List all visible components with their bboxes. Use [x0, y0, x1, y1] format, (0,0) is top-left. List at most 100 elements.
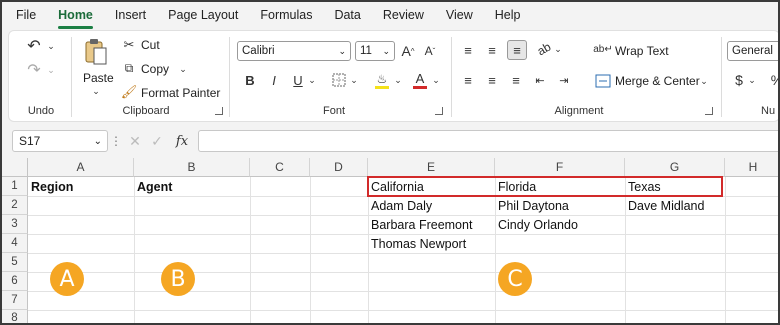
number-format-select[interactable]: General [727, 41, 778, 61]
row-header-1[interactable]: 1 [2, 177, 28, 196]
cell-e3[interactable]: Barbara Freemont [368, 215, 495, 234]
cut-icon[interactable]: ✂ [121, 37, 137, 53]
alignment-launcher-icon[interactable] [705, 107, 713, 115]
percent-icon[interactable]: % [769, 71, 778, 89]
menu-home[interactable]: Home [58, 6, 93, 29]
excel-window: File Home Insert Page Layout Formulas Da… [0, 0, 780, 325]
cancel-icon[interactable]: ✕ [126, 132, 144, 150]
row-header-5[interactable]: 5 [2, 253, 28, 272]
orientation-dropdown-icon[interactable]: ⌄ [553, 42, 563, 56]
menu-formulas[interactable]: Formulas [260, 6, 312, 24]
cell-e4[interactable]: Thomas Newport [368, 234, 495, 253]
copy-icon[interactable]: ⧉ [121, 60, 137, 76]
cell-b1[interactable]: Agent [134, 177, 250, 196]
align-right-icon[interactable]: ≡ [507, 71, 525, 89]
align-center-icon[interactable]: ≡ [483, 71, 501, 89]
font-color-icon[interactable]: A [411, 69, 429, 91]
align-top-icon[interactable]: ≡ [459, 41, 477, 59]
merge-center-icon[interactable] [593, 71, 613, 91]
align-middle-icon[interactable]: ≡ [483, 41, 501, 59]
row-header-6[interactable]: 6 [2, 272, 28, 291]
cell-a1[interactable]: Region [28, 177, 134, 196]
bold-icon[interactable]: B [241, 71, 259, 89]
gridline [250, 177, 251, 323]
cell-g2[interactable]: Dave Midland [625, 196, 725, 215]
merge-center-button[interactable]: Merge & Center [615, 74, 700, 88]
wrap-text-icon[interactable]: ab↵ [593, 39, 613, 59]
copy-dropdown-icon[interactable]: ⌄ [177, 63, 189, 75]
formula-input[interactable] [198, 130, 778, 152]
cell-f3[interactable]: Cindy Orlando [495, 215, 625, 234]
callout-badge-b: B [161, 262, 195, 296]
copy-button[interactable]: Copy [141, 62, 169, 76]
fill-color-icon[interactable]: ♨ [373, 69, 391, 91]
menu-page-layout[interactable]: Page Layout [168, 6, 238, 24]
column-header-d[interactable]: D [310, 158, 368, 177]
gridline [28, 272, 778, 273]
paste-label[interactable]: Paste [83, 71, 114, 85]
menu-insert[interactable]: Insert [115, 6, 146, 24]
cell-e2[interactable]: Adam Daly [368, 196, 495, 215]
column-header-h[interactable]: H [725, 158, 778, 177]
column-header-a[interactable]: A [28, 158, 134, 177]
italic-icon[interactable]: I [265, 71, 283, 89]
currency-icon[interactable]: $ [731, 71, 747, 89]
row-header-3[interactable]: 3 [2, 215, 28, 234]
menu-review[interactable]: Review [383, 6, 424, 24]
column-header-e[interactable]: E [368, 158, 495, 177]
font-family-select[interactable]: Calibri ⌄ [237, 41, 351, 61]
font-size-select[interactable]: 11 ⌄ [355, 41, 395, 61]
menu-data[interactable]: Data [334, 6, 360, 24]
row-header-7[interactable]: 7 [2, 291, 28, 310]
menu-bar: File Home Insert Page Layout Formulas Da… [2, 2, 778, 29]
borders-dropdown-icon[interactable]: ⌄ [349, 73, 359, 87]
cut-button[interactable]: Cut [141, 38, 160, 52]
format-painter-icon[interactable]: 🖌 [121, 84, 138, 100]
redo-dropdown-icon[interactable]: ⌄ [45, 61, 57, 79]
name-box[interactable]: S17 ⌄ [12, 130, 108, 152]
column-header-c[interactable]: C [250, 158, 310, 177]
font-launcher-icon[interactable] [435, 107, 443, 115]
underline-dropdown-icon[interactable]: ⌄ [307, 73, 317, 87]
merge-dropdown-icon[interactable]: ⌄ [699, 74, 709, 88]
align-left-icon[interactable]: ≡ [459, 71, 477, 89]
more-options-icon[interactable]: ⋮ [110, 134, 122, 148]
undo-icon[interactable]: ↶ [23, 35, 45, 57]
wrap-text-button[interactable]: Wrap Text [615, 44, 669, 58]
select-all-corner[interactable] [2, 158, 28, 177]
font-color-dropdown-icon[interactable]: ⌄ [431, 73, 441, 87]
ribbon-separator [721, 37, 722, 117]
column-header-f[interactable]: F [495, 158, 625, 177]
cell-f2[interactable]: Phil Daytona [495, 196, 625, 215]
column-header-b[interactable]: B [134, 158, 250, 177]
fill-color-dropdown-icon[interactable]: ⌄ [393, 73, 403, 87]
align-bottom-icon[interactable]: ≡ [507, 40, 527, 60]
enter-icon[interactable]: ✓ [148, 132, 166, 150]
clipboard-launcher-icon[interactable] [215, 107, 223, 115]
format-painter-button[interactable]: Format Painter [141, 86, 220, 100]
redo-icon[interactable]: ↷ [23, 59, 45, 81]
decrease-indent-icon[interactable]: ⇤ [531, 71, 549, 89]
paste-dropdown-icon[interactable]: ⌄ [89, 85, 103, 97]
insert-function-icon[interactable]: fx [172, 132, 192, 150]
increase-font-icon[interactable]: A ^ [399, 41, 417, 61]
paste-icon[interactable] [83, 37, 109, 67]
chevron-down-icon: ⌄ [93, 135, 102, 147]
menu-file[interactable]: File [16, 6, 36, 24]
undo-dropdown-icon[interactable]: ⌄ [45, 37, 57, 55]
row-header-8[interactable]: 8 [2, 310, 28, 323]
clipboard-group-label: Clipboard [122, 105, 170, 117]
menu-help[interactable]: Help [495, 6, 521, 24]
row-header-4[interactable]: 4 [2, 234, 28, 253]
underline-icon[interactable]: U [289, 71, 307, 89]
column-header-g[interactable]: G [625, 158, 725, 177]
font-group-label: Font [322, 105, 345, 117]
increase-indent-icon[interactable]: ⇥ [555, 71, 573, 89]
font-size-value: 11 [360, 45, 372, 57]
borders-icon[interactable] [329, 71, 349, 89]
menu-view[interactable]: View [446, 6, 473, 24]
chevron-down-icon: ⌄ [338, 45, 346, 56]
row-header-2[interactable]: 2 [2, 196, 28, 215]
currency-dropdown-icon[interactable]: ⌄ [747, 73, 757, 87]
decrease-font-icon[interactable]: Aˇ [421, 41, 439, 61]
